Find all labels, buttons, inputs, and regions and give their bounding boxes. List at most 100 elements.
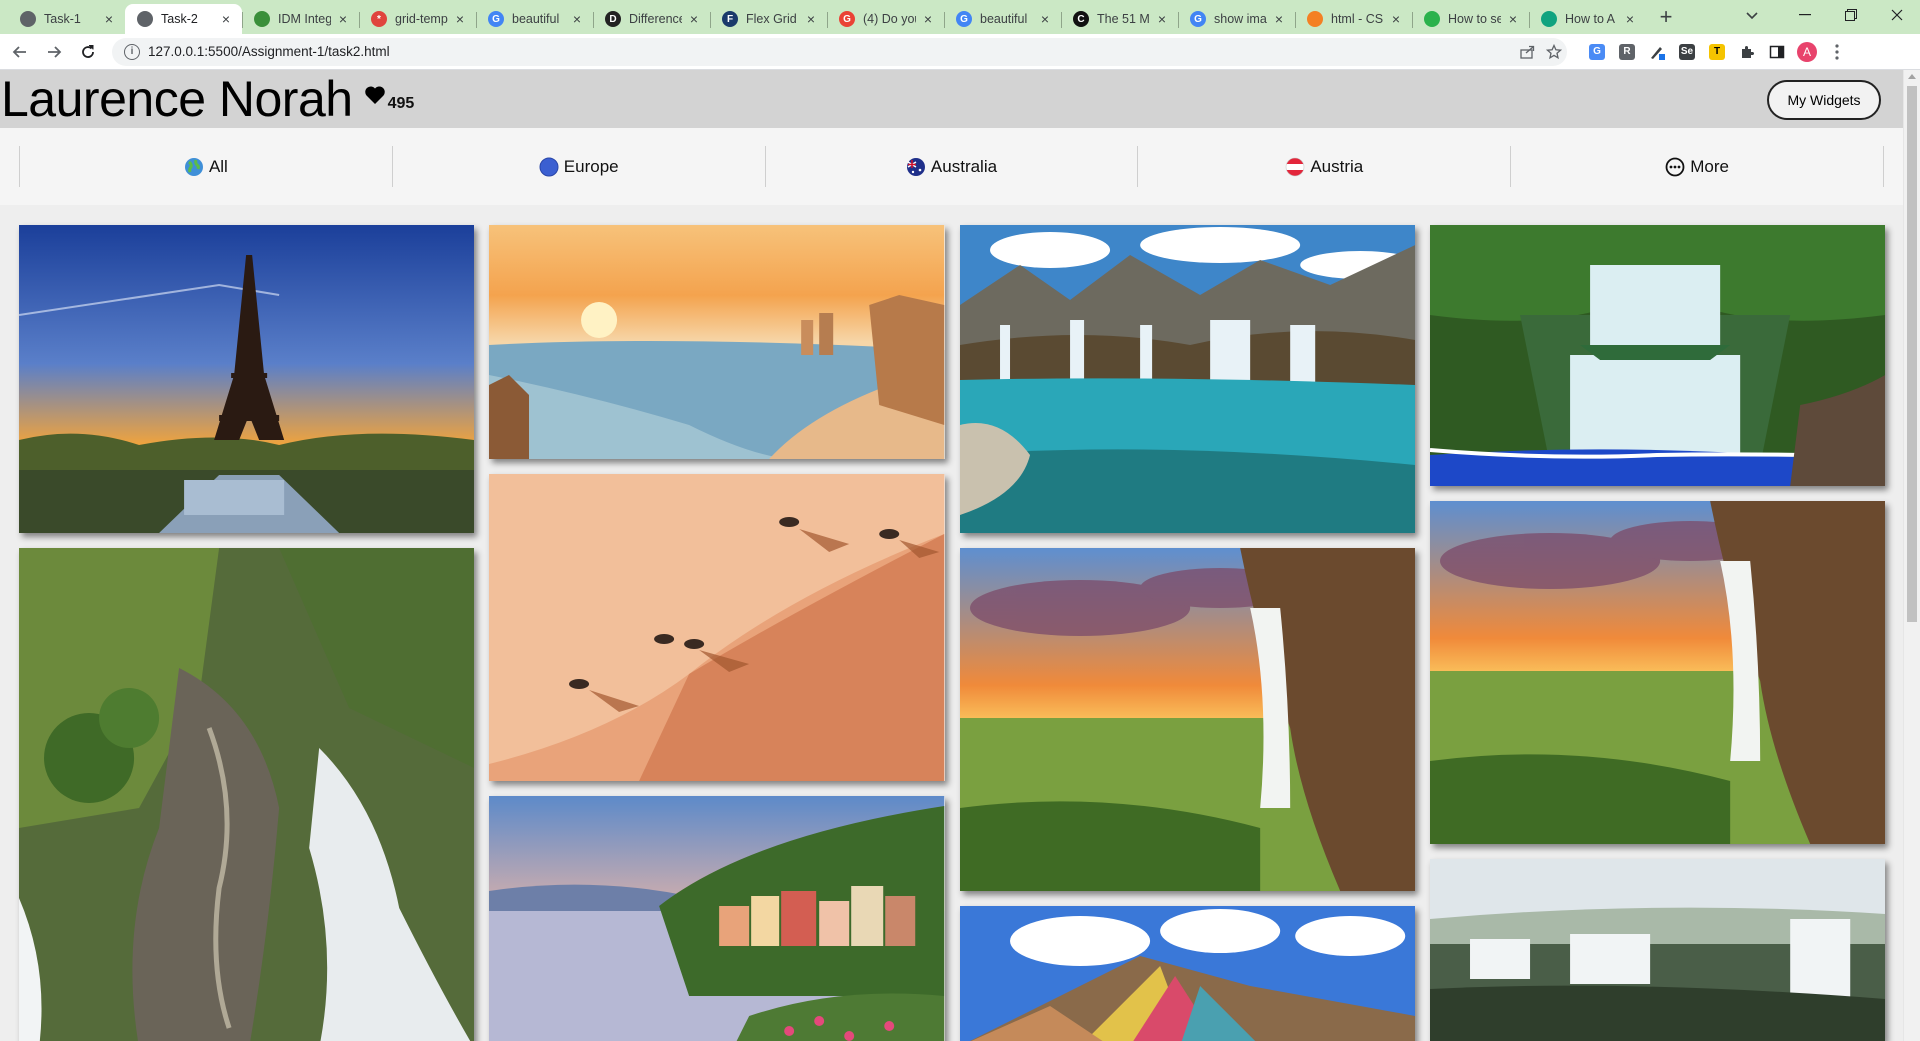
tab-close-icon[interactable]: × <box>1388 11 1404 27</box>
photo-misty-falls[interactable] <box>1429 859 1885 1041</box>
filter-label: Australia <box>930 156 998 176</box>
browser-tab[interactable]: D Difference × <box>593 4 710 34</box>
browser-tab[interactable]: Task-1 × <box>8 4 125 34</box>
heart-icon[interactable] <box>364 83 386 109</box>
tab-favicon-icon: G <box>839 11 855 27</box>
tab-close-icon[interactable]: × <box>101 11 117 27</box>
browser-tab[interactable]: * grid-temp × <box>359 4 476 34</box>
new-tab-button[interactable]: + <box>1652 4 1680 32</box>
filter-more[interactable]: More <box>1510 146 1884 187</box>
tab-close-icon[interactable]: × <box>1505 11 1521 27</box>
extension-t-icon[interactable]: T <box>1703 38 1731 66</box>
tab-search-chevron-icon[interactable] <box>1738 4 1766 28</box>
tab-close-icon[interactable]: × <box>218 11 234 27</box>
close-window-icon[interactable] <box>1874 0 1920 30</box>
url-text[interactable]: 127.0.0.1:5500/Assignment-1/task2.html <box>148 44 1515 59</box>
filter-europe[interactable]: Europe <box>391 146 765 187</box>
tab-title: Task-2 <box>161 12 198 26</box>
browser-tab[interactable]: Gbeautiful × <box>476 4 593 34</box>
gallery-column <box>19 225 475 1041</box>
photo-rainbow-mountain[interactable] <box>959 906 1415 1041</box>
tab-close-icon[interactable]: × <box>1271 11 1287 27</box>
tab-favicon-icon: C <box>1073 11 1089 27</box>
globe-icon <box>184 157 204 177</box>
side-panel-icon[interactable] <box>1763 38 1791 66</box>
browser-tab[interactable]: F Flex Grid × <box>710 4 827 34</box>
reload-icon[interactable] <box>74 38 102 66</box>
bookmark-star-icon[interactable] <box>1541 39 1567 65</box>
browser-tab[interactable]: Gbeautiful × <box>944 4 1061 34</box>
filter-bar: All Europe Australia Austria More <box>0 128 1903 205</box>
browser-tab[interactable]: Task-2 × <box>125 4 242 34</box>
extension-translate-icon[interactable]: G <box>1583 38 1611 66</box>
extension-se-icon[interactable]: Se <box>1673 38 1701 66</box>
photo-desert-dunes[interactable] <box>489 474 945 781</box>
browser-tab[interactable]: Gshow ima × <box>1178 4 1295 34</box>
browser-toolbar: i 127.0.0.1:5500/Assignment-1/task2.html… <box>0 34 1920 70</box>
site-info-icon[interactable]: i <box>124 43 140 60</box>
forward-arrow-icon[interactable] <box>40 38 68 66</box>
tab-favicon-icon: G <box>956 11 972 27</box>
my-widgets-button[interactable]: My Widgets <box>1767 80 1881 120</box>
tab-title: Difference <box>629 12 682 26</box>
photo-coastal-cliffs[interactable] <box>489 225 945 459</box>
gallery-column <box>489 225 945 1041</box>
austria-flag-icon <box>1285 157 1305 177</box>
filter-label: More <box>1690 156 1729 176</box>
tab-close-icon[interactable]: × <box>569 11 585 27</box>
browser-tab[interactable]: html - CS × <box>1295 4 1412 34</box>
gallery-column <box>959 225 1415 1041</box>
tab-close-icon[interactable]: × <box>335 11 351 27</box>
profile-avatar[interactable]: A <box>1793 38 1821 66</box>
tab-close-icon[interactable]: × <box>452 11 468 27</box>
photo-eiffel-tower[interactable] <box>19 225 475 533</box>
tab-close-icon[interactable]: × <box>803 11 819 27</box>
browser-tab[interactable]: IDM Integ × <box>242 4 359 34</box>
photo-cliff-waterfall-sunset-2[interactable] <box>1429 501 1885 844</box>
tab-favicon-icon <box>1541 11 1557 27</box>
photo-cliff-waterfall-sunset[interactable] <box>959 548 1415 891</box>
tab-close-icon[interactable]: × <box>1154 11 1170 27</box>
tab-title: grid-temp <box>395 12 448 26</box>
address-bar[interactable]: i 127.0.0.1:5500/Assignment-1/task2.html <box>112 37 1567 66</box>
tab-title: (4) Do you <box>863 12 916 26</box>
tab-close-icon[interactable]: × <box>1037 11 1053 27</box>
extension-pen-icon[interactable] <box>1643 38 1671 66</box>
share-icon[interactable] <box>1515 39 1541 65</box>
tab-close-icon[interactable]: × <box>920 11 936 27</box>
page-viewport: Laurence Norah 495 My Widgets All Europe… <box>0 70 1920 1041</box>
tab-favicon-icon: * <box>371 11 387 27</box>
tab-favicon-icon <box>137 11 153 27</box>
page-scrollbar[interactable] <box>1903 70 1920 1041</box>
scrollbar-thumb[interactable] <box>1907 86 1917 622</box>
more-dots-icon <box>1665 157 1685 177</box>
tab-title: How to se <box>1448 12 1501 26</box>
extension-r-icon[interactable]: R <box>1613 38 1641 66</box>
browser-tab[interactable]: How to se × <box>1412 4 1529 34</box>
browser-tab[interactable]: How to A × <box>1529 4 1646 34</box>
minimize-icon[interactable] <box>1782 0 1828 30</box>
tab-favicon-icon <box>1307 11 1323 27</box>
filter-australia[interactable]: Australia <box>764 146 1138 187</box>
browser-tab[interactable]: G (4) Do you × <box>827 4 944 34</box>
photo-lakeside-village[interactable] <box>489 796 945 1041</box>
tab-favicon-icon: D <box>605 11 621 27</box>
browser-menu-icon[interactable] <box>1823 38 1851 66</box>
photo-forest-waterfall[interactable] <box>1429 225 1885 486</box>
tab-close-icon[interactable]: × <box>1622 11 1638 27</box>
photo-mountain-waterfall[interactable] <box>959 225 1415 533</box>
filter-all[interactable]: All <box>19 146 392 187</box>
browser-tab[interactable]: C The 51 M × <box>1061 4 1178 34</box>
tab-close-icon[interactable]: × <box>686 11 702 27</box>
tab-favicon-icon <box>254 11 270 27</box>
scroll-up-arrow-icon[interactable] <box>1908 74 1916 79</box>
filter-austria[interactable]: Austria <box>1137 146 1510 187</box>
extensions-puzzle-icon[interactable] <box>1733 38 1761 66</box>
photo-waterfall-stairway[interactable] <box>19 548 475 1041</box>
back-arrow-icon[interactable] <box>6 38 34 66</box>
tab-title: beautiful <box>980 12 1028 26</box>
restore-icon[interactable] <box>1828 0 1874 30</box>
tab-favicon-icon <box>20 11 36 27</box>
tab-title: IDM Integ <box>278 12 331 26</box>
tab-strip: Task-1 × Task-2 × IDM Integ × * grid-temp × Gbeau… <box>0 0 1920 34</box>
